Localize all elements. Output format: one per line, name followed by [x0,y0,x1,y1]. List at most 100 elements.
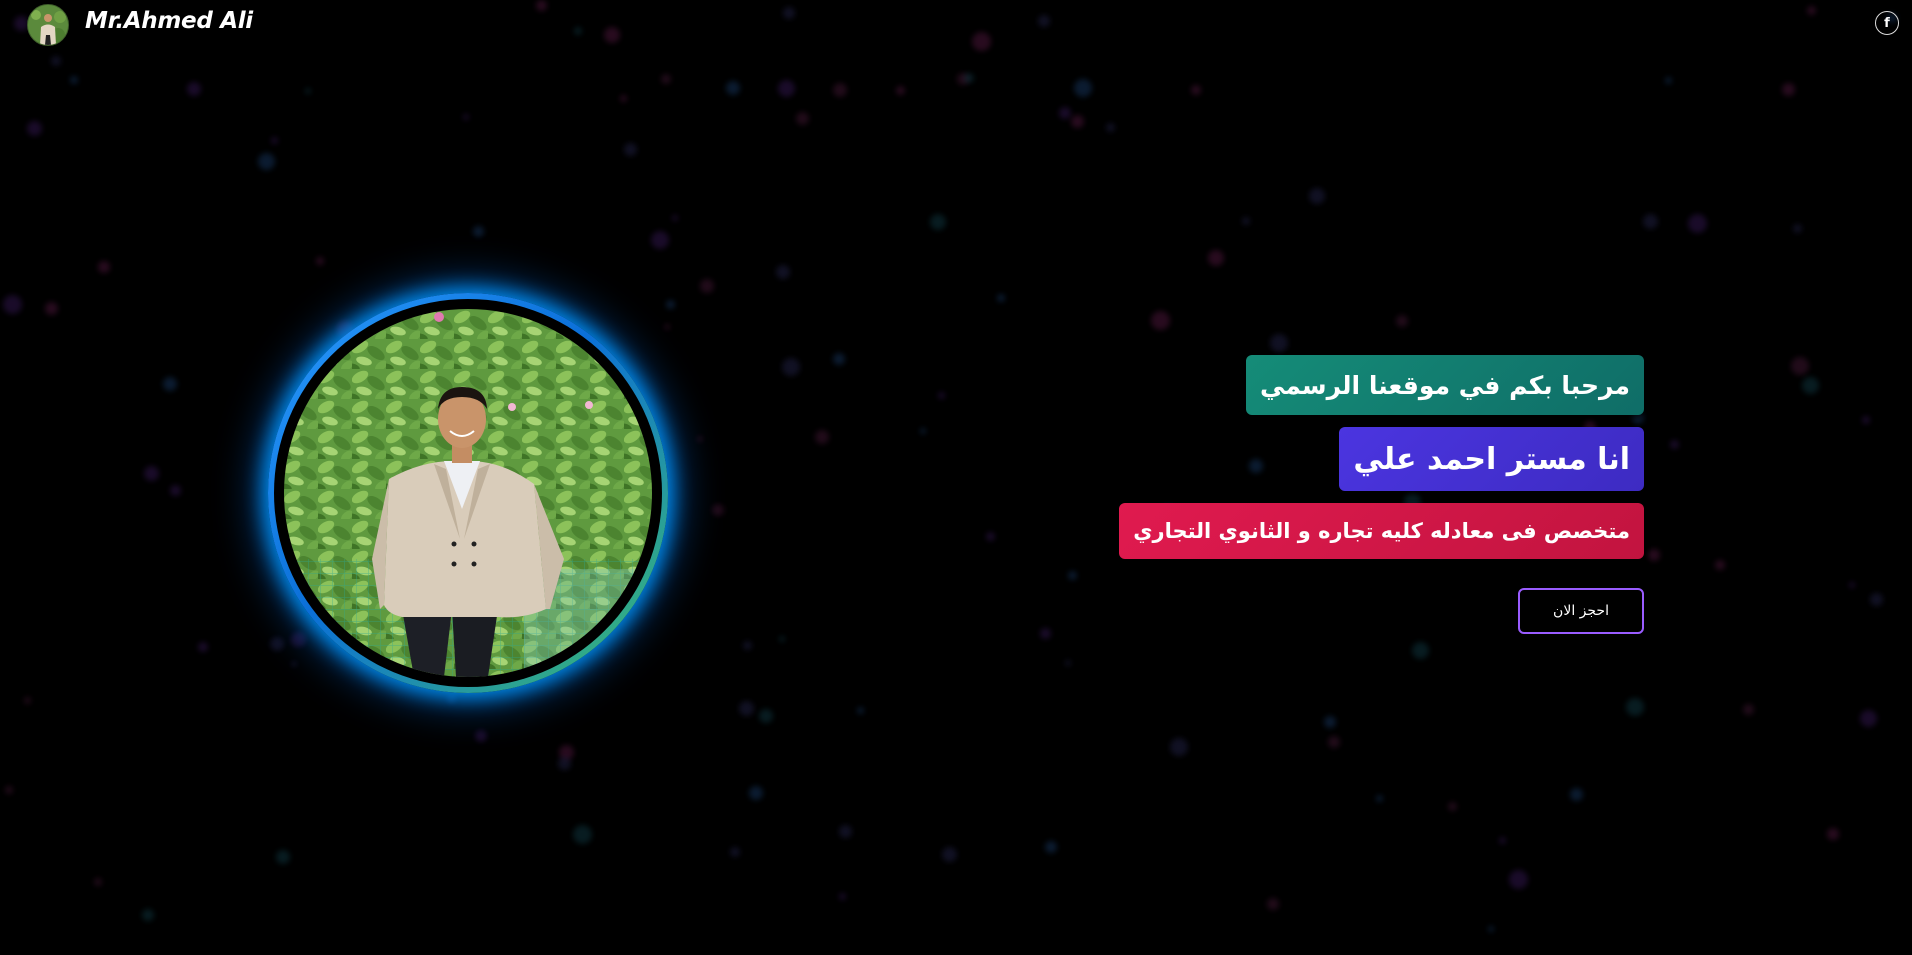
background-particle [664,324,670,330]
background-particle [997,294,1005,302]
background-particle [796,112,809,125]
background-particle [833,83,847,97]
background-particle [1045,841,1057,853]
book-now-button[interactable]: احجز الان [1518,588,1644,634]
background-particle [938,392,945,399]
background-particle [1648,549,1660,561]
background-particle [1827,828,1839,840]
background-particle [144,466,159,481]
background-particle [1151,311,1170,330]
welcome-heading: مرحبا بكم في موقعنا الرسمي [1245,355,1644,415]
background-particle [964,73,974,83]
background-particle [1396,315,1408,327]
background-particle [187,82,201,96]
background-particle [316,257,324,265]
background-particle [782,358,800,376]
background-particle [1106,123,1115,132]
background-particle [1324,716,1336,728]
background-particle [1499,837,1506,844]
background-particle [1170,738,1188,756]
background-particle [624,143,637,156]
background-particle [1270,334,1288,352]
portrait-ring [274,299,662,687]
background-particle [697,436,703,442]
background-particle [3,295,22,314]
background-particle [730,847,740,857]
background-particle [276,850,290,864]
background-particle [839,825,852,838]
background-particle [291,661,297,667]
landing-page: Mr.Ahmed Ali f مرحبا بكم في موقعنا الرسم… [0,0,1912,955]
background-particle [1862,416,1870,424]
background-particle [739,701,754,716]
background-particle [1065,660,1071,666]
background-particle [258,153,275,170]
background-particle [942,847,957,862]
background-particle [573,825,592,844]
background-particle [986,532,995,541]
background-particle [896,86,905,95]
background-particle [94,878,102,886]
background-particle [1309,188,1325,204]
site-header: Mr.Ahmed Ali f [0,0,1912,48]
teacher-name-heading: انا مستر احمد علي [1339,427,1644,491]
background-particle [1688,214,1707,233]
background-particle [1670,440,1679,449]
background-particle [1509,870,1528,889]
background-particle [857,707,864,714]
background-particle [291,632,306,647]
background-particle [1488,926,1494,932]
teacher-portrait [284,309,652,677]
background-particle [1412,642,1429,659]
background-particle [712,504,724,516]
background-particle [45,302,58,315]
background-particle [726,81,740,95]
background-particle [833,353,845,365]
facebook-icon[interactable]: f [1875,11,1899,35]
background-particle [620,95,627,102]
background-particle [651,231,669,249]
background-particle [70,76,78,84]
background-particle [759,709,773,723]
background-particle [779,636,785,642]
background-particle [1208,250,1224,266]
background-particle [51,56,61,66]
background-particle [700,279,714,293]
background-particle [27,121,42,136]
background-particle [463,114,469,120]
background-particle [1191,85,1201,95]
background-particle [1376,795,1383,802]
background-particle [1643,214,1658,229]
background-particle [475,730,487,742]
background-particle [1802,377,1819,394]
background-particle [1040,628,1051,639]
background-particle [1791,357,1809,375]
portrait-image [284,309,652,677]
background-particle [558,757,571,770]
background-particle [661,74,671,84]
background-particle [1074,79,1092,97]
background-particle [930,214,946,230]
background-particle [24,697,31,704]
background-particle [815,430,829,444]
background-particle [666,300,675,309]
background-particle [1448,802,1457,811]
background-particle [1570,788,1583,801]
brand-name[interactable]: Mr.Ahmed Ali [85,8,253,34]
background-particle [270,637,284,651]
teacher-avatar-icon [28,5,68,45]
background-particle [1849,582,1855,588]
background-particle [776,265,790,279]
background-particle [447,694,456,703]
background-particle [1715,560,1725,570]
hero-text: مرحبا بكم في موقعنا الرسمي انا مستر احمد… [1119,355,1644,634]
specialty-heading: متخصص فى معادله كليه تجاره و الثانوي الت… [1119,503,1644,559]
background-particle [271,137,278,144]
logo-avatar[interactable] [27,4,69,46]
background-particle [1870,593,1883,606]
facebook-glyph: f [1884,15,1890,31]
background-particle [98,261,110,273]
background-particle [163,377,177,391]
background-particle [170,485,181,496]
background-particle [1626,698,1644,716]
